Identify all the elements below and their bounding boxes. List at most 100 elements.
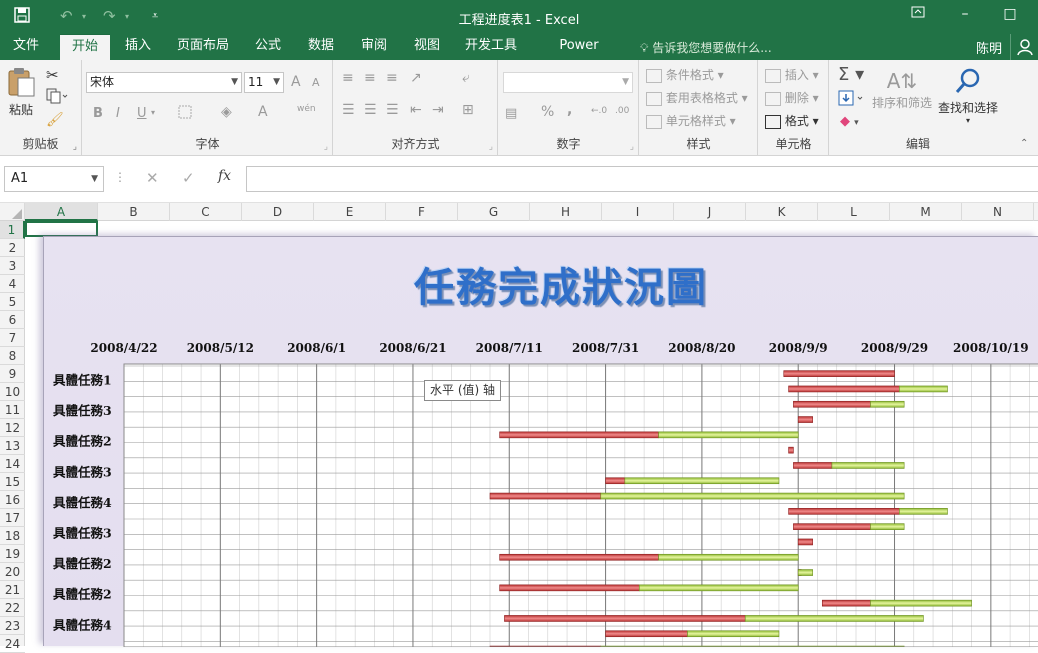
increase-indent-icon[interactable]: ⇥ xyxy=(432,102,444,118)
row-header-1[interactable]: 1 xyxy=(0,221,25,239)
row-header-11[interactable]: 11 xyxy=(0,401,25,419)
user-name[interactable]: 陈明 xyxy=(976,38,1002,57)
cancel-button[interactable]: ✕ xyxy=(146,169,159,187)
insert-function-button[interactable]: fx xyxy=(218,168,231,184)
ribbon-display-icon[interactable] xyxy=(908,6,928,26)
align-left-icon[interactable]: ☰ xyxy=(342,102,355,118)
accounting-format-icon[interactable]: ▤ xyxy=(505,106,517,121)
merge-center-icon[interactable]: ⊞ xyxy=(462,102,474,118)
column-header-j[interactable]: J xyxy=(674,203,746,221)
column-header-d[interactable]: D xyxy=(242,203,314,221)
percent-button[interactable]: % xyxy=(541,104,554,120)
paste-button[interactable]: 粘贴 xyxy=(6,66,36,118)
copy-icon[interactable] xyxy=(46,88,68,107)
cell-styles-button[interactable]: 单元格样式 ▾ xyxy=(646,112,736,129)
row-header-3[interactable]: 3 xyxy=(0,257,25,275)
underline-button[interactable]: U xyxy=(137,106,147,121)
font-name-select[interactable]: 宋体 ▼ xyxy=(86,72,242,93)
row-header-20[interactable]: 20 xyxy=(0,563,25,581)
align-center-icon[interactable]: ☰ xyxy=(364,102,377,118)
orientation-icon[interactable]: ↗︎ xyxy=(410,70,422,86)
sort-filter-button[interactable]: A⇅ 排序和筛选 xyxy=(872,68,932,111)
align-top-icon[interactable]: ≡ xyxy=(342,70,354,86)
underline-dropdown-icon[interactable]: ▾ xyxy=(151,108,155,117)
tab-file[interactable]: 文件 xyxy=(6,34,46,60)
delete-cells-button[interactable]: 删除 ▾ xyxy=(765,89,819,106)
tab-view[interactable]: 视图 xyxy=(407,34,447,60)
column-header-i[interactable]: I xyxy=(602,203,674,221)
tell-me-box[interactable]: 💡︎ 告诉我您想要做什么... xyxy=(640,39,772,56)
row-header-17[interactable]: 17 xyxy=(0,509,25,527)
number-dialog-launcher-icon[interactable]: ⌟ xyxy=(630,142,634,152)
wrap-text-icon[interactable]: ⤶ xyxy=(462,70,470,86)
tab-developer[interactable]: 开发工具 xyxy=(460,34,522,60)
fill-color-icon[interactable]: ◈ xyxy=(221,104,232,120)
column-header-c[interactable]: C xyxy=(170,203,242,221)
row-header-14[interactable]: 14 xyxy=(0,455,25,473)
tab-home[interactable]: 开始 xyxy=(60,34,110,60)
row-header-12[interactable]: 12 xyxy=(0,419,25,437)
insert-cells-button[interactable]: 插入 ▾ xyxy=(765,66,819,83)
share-button[interactable] xyxy=(1010,34,1038,60)
row-header-8[interactable]: 8 xyxy=(0,347,25,365)
active-cell-a1[interactable] xyxy=(25,221,98,237)
cut-icon[interactable]: ✂ xyxy=(46,66,59,84)
row-header-13[interactable]: 13 xyxy=(0,437,25,455)
tab-review[interactable]: 审阅 xyxy=(354,34,394,60)
column-header-e[interactable]: E xyxy=(314,203,386,221)
tab-insert[interactable]: 插入 xyxy=(118,34,158,60)
row-header-23[interactable]: 23 xyxy=(0,617,25,635)
row-header-21[interactable]: 21 xyxy=(0,581,25,599)
column-header-l[interactable]: L xyxy=(818,203,890,221)
font-color-button[interactable]: A xyxy=(258,104,268,120)
font-size-select[interactable]: 11 ▼ xyxy=(244,72,284,93)
column-header-b[interactable]: B xyxy=(98,203,170,221)
shrink-font-button[interactable]: A xyxy=(312,76,320,89)
column-header-h[interactable]: H xyxy=(530,203,602,221)
fill-icon[interactable] xyxy=(838,90,866,109)
row-header-10[interactable]: 10 xyxy=(0,383,25,401)
column-header-f[interactable]: F xyxy=(386,203,458,221)
tab-power-pivot[interactable]: Power Pivot xyxy=(538,34,620,77)
row-header-9[interactable]: 9 xyxy=(0,365,25,383)
column-header-k[interactable]: K xyxy=(746,203,818,221)
column-header-m[interactable]: M xyxy=(890,203,962,221)
tab-formulas[interactable]: 公式 xyxy=(248,34,288,60)
row-header-2[interactable]: 2 xyxy=(0,239,25,257)
format-painter-icon[interactable]: 🖌︎ xyxy=(46,112,64,128)
border-icon[interactable] xyxy=(177,104,195,123)
align-middle-icon[interactable]: ≡ xyxy=(364,70,376,86)
column-header-a[interactable]: A xyxy=(25,203,98,221)
tab-data[interactable]: 数据 xyxy=(301,34,341,60)
italic-button[interactable]: I xyxy=(116,106,120,121)
clear-icon[interactable]: ◆ ▾ xyxy=(840,114,859,129)
conditional-formatting-button[interactable]: 条件格式 ▾ xyxy=(646,66,724,83)
maximize-button[interactable]: □ xyxy=(1000,6,1020,26)
bold-button[interactable]: B xyxy=(93,106,103,121)
select-all-button[interactable] xyxy=(0,203,25,221)
phonetic-button[interactable]: wén xyxy=(297,104,316,114)
row-header-18[interactable]: 18 xyxy=(0,527,25,545)
decrease-decimal-icon[interactable]: .00 xyxy=(615,106,629,116)
row-header-22[interactable]: 22 xyxy=(0,599,25,617)
font-dialog-launcher-icon[interactable]: ⌟ xyxy=(324,142,328,152)
find-select-button[interactable]: 查找和选择 ▾ xyxy=(938,66,998,125)
row-header-16[interactable]: 16 xyxy=(0,491,25,509)
column-header-g[interactable]: G xyxy=(458,203,530,221)
minimize-button[interactable]: – xyxy=(955,6,975,26)
column-header-n[interactable]: N xyxy=(962,203,1034,221)
number-format-select[interactable]: ▼ xyxy=(503,72,633,93)
enter-button[interactable]: ✓ xyxy=(182,169,195,187)
increase-decimal-icon[interactable]: ←.0 xyxy=(591,106,607,116)
row-header-15[interactable]: 15 xyxy=(0,473,25,491)
align-bottom-icon[interactable]: ≡ xyxy=(386,70,398,86)
decrease-indent-icon[interactable]: ⇤ xyxy=(410,102,422,118)
align-right-icon[interactable]: ☰ xyxy=(386,102,399,118)
row-header-5[interactable]: 5 xyxy=(0,293,25,311)
format-as-table-button[interactable]: 套用表格格式 ▾ xyxy=(646,89,748,106)
row-header-4[interactable]: 4 xyxy=(0,275,25,293)
row-header-7[interactable]: 7 xyxy=(0,329,25,347)
dialog-launcher-icon[interactable]: ⌟ xyxy=(73,142,77,152)
collapse-ribbon-icon[interactable]: ⌃ xyxy=(1020,138,1028,149)
row-header-24[interactable]: 24 xyxy=(0,635,25,653)
